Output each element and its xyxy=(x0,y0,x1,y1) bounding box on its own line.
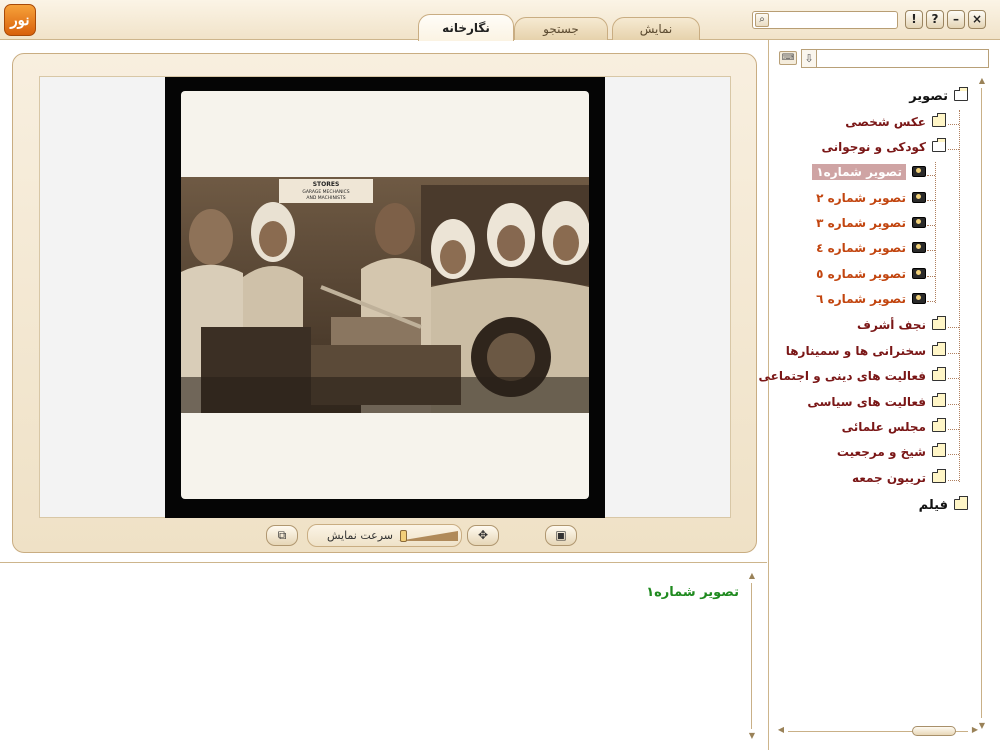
tree-folder-political[interactable]: فعالیت های سیاسی xyxy=(807,393,946,415)
speed-slider-handle[interactable] xyxy=(400,530,407,542)
caption-scrollbar[interactable]: ▲ ▼ xyxy=(747,571,757,741)
help-button[interactable]: ? xyxy=(926,10,944,29)
save-button[interactable]: ▣ xyxy=(545,525,577,546)
folder-icon xyxy=(954,496,968,510)
image-caption: تصویر شماره١ xyxy=(646,585,739,600)
speed-control[interactable]: سرعت نمایش xyxy=(307,524,462,547)
tree-filter-input[interactable] xyxy=(816,49,989,68)
scroll-up-icon[interactable]: ▲ xyxy=(977,76,987,86)
tree-folder-friday-tribune[interactable]: تریبون جمعه xyxy=(852,469,946,491)
tab-gallery[interactable]: نگارخانه xyxy=(418,14,514,41)
tree-node-images[interactable]: تصویر xyxy=(909,87,968,109)
gallery-icon: ⧉ xyxy=(277,528,287,542)
sign-line-2: GARAGE MECHANICS xyxy=(302,189,349,195)
tree-photo-1[interactable]: تصویر شماره١ xyxy=(812,164,926,185)
folder-icon xyxy=(932,393,946,407)
camera-icon xyxy=(912,268,926,279)
caption-panel: تصویر شماره١ ▲ ▼ xyxy=(0,562,767,750)
scroll-thumb[interactable] xyxy=(912,726,956,736)
minimize-button[interactable]: – xyxy=(947,10,965,29)
save-icon: ▣ xyxy=(555,528,567,542)
scroll-down-icon[interactable]: ▼ xyxy=(747,731,757,741)
photo-paper: STORES GARAGE MECHANICS AND MACHINISTS xyxy=(181,91,589,499)
keyboard-icon[interactable]: ⌨ xyxy=(779,51,797,65)
tree-node-film[interactable]: فیلم xyxy=(919,496,968,518)
fullscreen-button[interactable]: ✥ xyxy=(467,525,499,546)
search-icon[interactable]: ⌕ xyxy=(755,13,769,27)
tab-search[interactable]: جستجو xyxy=(514,17,608,40)
search-field[interactable]: ⌕ xyxy=(752,11,898,29)
tree-horizontal-scrollbar[interactable]: ◀ ▶ xyxy=(776,724,981,738)
close-button[interactable]: × xyxy=(968,10,986,29)
tree-folder-speeches[interactable]: سخنرانی ها و سمینارها xyxy=(786,342,946,364)
tree-photo-2[interactable]: تصویر شماره ٢ xyxy=(816,191,926,211)
tree-photo-5[interactable]: تصویر شماره ٥ xyxy=(816,267,926,287)
tree-scrollbar[interactable]: ▲ ▼ xyxy=(977,76,987,731)
tree-filter: ⌨ ⇩ xyxy=(779,49,989,68)
folder-icon xyxy=(932,113,946,127)
scroll-right-icon[interactable]: ▶ xyxy=(970,725,980,735)
info-button[interactable]: ! xyxy=(905,10,923,29)
photo-frame: STORES GARAGE MECHANICS AND MACHINISTS xyxy=(165,77,605,518)
folder-icon xyxy=(932,418,946,432)
move-arrows-icon: ✥ xyxy=(477,528,489,542)
viewer-toolbar: ⧉ سرعت نمایش ✥ ▣ xyxy=(13,524,758,550)
sign-line-1: STORES xyxy=(313,181,340,188)
image-viewer-panel: STORES GARAGE MECHANICS AND MACHINISTS ⧉… xyxy=(12,53,757,553)
tree-folder-religious-social[interactable]: فعالیت های دینی و اجتماعی xyxy=(759,367,946,389)
folder-open-icon xyxy=(954,87,968,101)
camera-icon xyxy=(912,217,926,228)
tree-folder-marjaiyat[interactable]: شیخ و مرجعیت xyxy=(837,443,946,465)
tab-display[interactable]: نمایش xyxy=(612,17,700,40)
folder-open-icon xyxy=(932,138,946,152)
image-canvas: STORES GARAGE MECHANICS AND MACHINISTS xyxy=(39,76,731,518)
folder-icon xyxy=(932,469,946,483)
speed-label: سرعت نمایش xyxy=(326,529,393,542)
download-arrow-icon[interactable]: ⇩ xyxy=(801,49,817,68)
folder-icon xyxy=(932,316,946,330)
tree-folder-ulama-council[interactable]: مجلس علمائی xyxy=(842,418,946,440)
folder-icon xyxy=(932,367,946,381)
sign-line-3: AND MACHINISTS xyxy=(306,195,345,201)
camera-icon xyxy=(912,293,926,304)
scroll-left-icon[interactable]: ◀ xyxy=(776,725,786,735)
tree-folder-najaf[interactable]: نجف أشرف xyxy=(857,316,946,338)
speed-slider-track[interactable] xyxy=(398,531,458,542)
folder-icon xyxy=(932,342,946,356)
tree-photo-4[interactable]: تصویر شماره ٤ xyxy=(816,241,926,261)
folder-icon xyxy=(932,443,946,457)
app-logo[interactable]: نور xyxy=(4,4,36,36)
slideshow-button[interactable]: ⧉ xyxy=(266,525,298,546)
camera-icon xyxy=(912,192,926,203)
gallery-photo[interactable]: STORES GARAGE MECHANICS AND MACHINISTS xyxy=(181,177,589,413)
tree-photo-6[interactable]: تصویر شماره ٦ xyxy=(816,292,926,312)
title-bar: نور نمایش جستجو نگارخانه ⌕ ! ? – × xyxy=(0,0,1000,41)
tree-photo-3[interactable]: تصویر شماره ٣ xyxy=(816,216,926,236)
camera-icon xyxy=(912,166,926,177)
camera-icon xyxy=(912,242,926,253)
tree-folder-childhood[interactable]: کودکی و نوجوانی xyxy=(821,138,946,160)
scroll-up-icon[interactable]: ▲ xyxy=(747,571,757,581)
tree-folder-personal[interactable]: عکس شخصی xyxy=(845,113,946,135)
search-input[interactable] xyxy=(771,12,895,28)
